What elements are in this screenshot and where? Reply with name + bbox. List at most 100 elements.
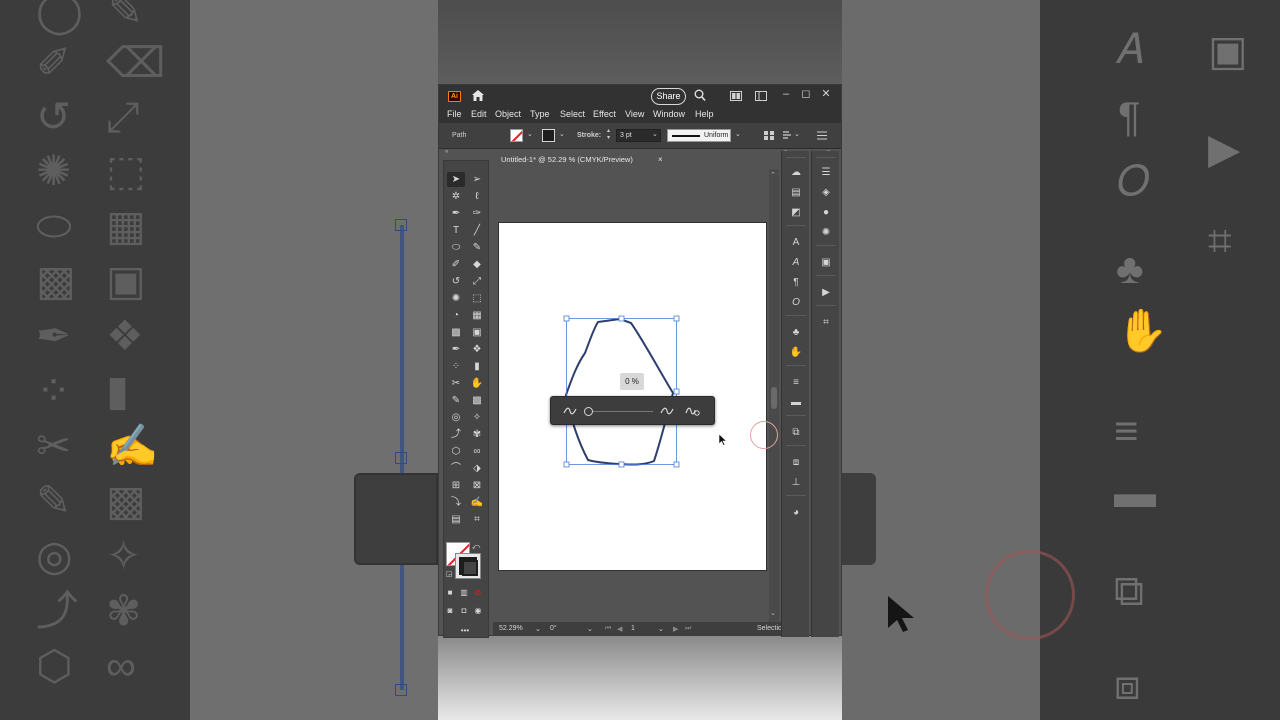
edit-toolbar-icon[interactable]: ••• [456,623,474,638]
gradient-tool-icon[interactable]: ▣ [468,325,486,340]
paragraph-icon[interactable]: ¶ [789,277,803,289]
magic-wand-tool-icon[interactable]: ✲ [447,189,465,204]
last-artboard-icon[interactable]: ⏭ [685,625,691,633]
free-transform-tool-icon[interactable]: ⬚ [468,291,486,306]
collapse-toolbar-icon[interactable]: « [445,149,448,157]
asset-export-icon[interactable]: ▣ [819,257,833,269]
pattern-tool-icon[interactable]: ▩ [468,393,486,408]
default-fill-stroke-icon[interactable]: ◲ [444,567,454,582]
brushes-icon[interactable]: ✋ [789,347,803,359]
artboard-tool-icon[interactable]: ⊠ [468,478,486,493]
stroke-swatch[interactable] [542,129,555,142]
type-tool-icon[interactable]: T [447,223,465,238]
perspective-grid-tool-icon[interactable]: ▦ [468,308,486,323]
stepper-up-icon[interactable]: ▴ [607,127,610,134]
chevron-down-icon[interactable]: ⌄ [535,625,541,633]
simplify-slider-handle[interactable] [584,407,593,416]
previous-artboard-icon[interactable]: ◀ [617,625,622,633]
menu-file[interactable]: File [447,109,462,119]
opentype-icon[interactable]: O [789,297,803,309]
artboard-number[interactable]: 1 [631,625,635,632]
maximize-button[interactable]: ◻ [800,87,812,101]
gradient-panel-icon[interactable]: ▬ [789,397,803,409]
chevron-down-icon[interactable]: ⌄ [658,625,664,633]
spiral-tool-icon[interactable]: ◎ [447,410,465,425]
character-icon[interactable]: A [789,237,803,249]
align-icon[interactable] [764,131,774,140]
eraser-tool-icon[interactable]: ◆ [468,257,486,272]
live-paint-tool-icon[interactable]: ⬗ [468,461,486,476]
transform-panel-icon[interactable]: ⧉ [789,427,803,439]
stroke-profile-select[interactable]: Uniform [667,129,731,142]
none-mode-icon[interactable]: ⊘ [472,585,484,600]
menu-help[interactable]: Help [695,109,714,119]
menu-view[interactable]: View [625,109,644,119]
rotate-tool-icon[interactable]: ↺ [447,274,465,289]
print-tiling-tool-icon[interactable]: ▤ [447,512,465,527]
symbols-icon[interactable]: ♣ [789,327,803,339]
symbol-sprayer-tool-icon[interactable]: ⁘ [447,359,465,374]
chevron-down-icon[interactable]: ⌄ [794,130,800,138]
menu-object[interactable]: Object [495,109,521,119]
artboards-icon[interactable]: ⌗ [819,317,833,329]
chart-tool-icon[interactable]: ⊞ [447,478,465,493]
zoom-level[interactable]: 52.29% [499,625,523,632]
column-graph-tool-icon[interactable]: ▮ [468,359,486,374]
panel-menu-icon[interactable] [817,131,827,140]
vertical-scrollbar[interactable]: ⌃ ⌄ [769,169,779,622]
minimize-button[interactable]: – [780,87,792,101]
curvature-tool-icon[interactable]: ✑ [468,206,486,221]
draw-normal-icon[interactable]: ◙ [444,603,456,618]
fill-swatch[interactable] [510,129,523,142]
blend-tool-icon[interactable]: ❖ [468,342,486,357]
gradient-mode-icon[interactable]: ▥ [458,585,470,600]
properties-panel-icon[interactable]: ☰ [819,167,833,179]
arrange-documents-icon[interactable] [730,91,742,101]
stroke-panel-icon[interactable]: ≡ [789,377,803,389]
hand-tool-icon[interactable]: ✋ [468,376,486,391]
auto-simplify-icon[interactable] [685,405,701,417]
workspace-switcher-icon[interactable] [755,91,767,101]
pen-tool-icon[interactable]: ✒ [447,206,465,221]
screen-mode-icon[interactable]: ◉ [472,603,484,618]
polygon-tool-icon[interactable]: ⬡ [447,444,465,459]
smooth-tool-icon[interactable]: ⤴ [447,427,465,442]
scrollbar-thumb[interactable] [771,387,777,409]
scale-tool-icon[interactable]: ⤢ [468,274,486,289]
color-mode-icon[interactable]: ■ [444,585,456,600]
flare-tool-icon[interactable]: ∞ [468,444,486,459]
libraries-icon[interactable]: ☁ [789,167,803,179]
line-tool-icon[interactable]: ╱ [468,223,486,238]
slice-tool-icon[interactable]: ✂ [447,376,465,391]
menu-window[interactable]: Window [653,109,685,119]
crop-tool-icon[interactable]: ⌗ [468,512,486,527]
chevron-down-icon[interactable]: ⌄ [559,130,565,138]
close-tab-icon[interactable]: × [658,151,668,168]
close-window-button[interactable]: ✕ [820,87,832,101]
layers-icon[interactable]: ◈ [819,187,833,199]
search-icon[interactable] [694,89,706,102]
mesh-tool-icon[interactable]: ▩ [447,325,465,340]
max-points-icon[interactable] [660,406,674,416]
home-icon[interactable] [471,89,485,102]
color-icon[interactable]: ✺ [819,227,833,239]
current-tool-status[interactable]: Selectio [757,625,782,632]
share-button[interactable]: Share [651,88,686,105]
transform-icon[interactable] [782,131,792,140]
dock-grip[interactable] [786,157,806,158]
document-tab[interactable]: Untitled-1* @ 52.29 % (CMYK/Preview) [496,151,672,168]
swap-fill-stroke-icon[interactable]: ⤺ [471,539,481,554]
color-guide-icon[interactable]: ◩ [789,207,803,219]
arc-tool-icon[interactable]: ⤵ [447,495,465,510]
pathfinder-icon[interactable]: ⧈ [789,457,803,469]
properties-icon[interactable]: ▤ [789,187,803,199]
first-artboard-icon[interactable]: ⏮ [605,625,611,633]
dock-grip[interactable] [816,157,836,158]
align-panel-icon[interactable]: ⊥ [789,477,803,489]
shape-builder-tool-icon[interactable]: ◔ [447,308,465,323]
next-artboard-icon[interactable]: ▶ [673,625,678,633]
direct-selection-tool-icon[interactable]: ➢ [468,172,486,187]
menu-edit[interactable]: Edit [471,109,487,119]
paintbrush-tool-icon[interactable]: ✎ [468,240,486,255]
scroll-up-icon[interactable]: ⌃ [770,171,776,179]
